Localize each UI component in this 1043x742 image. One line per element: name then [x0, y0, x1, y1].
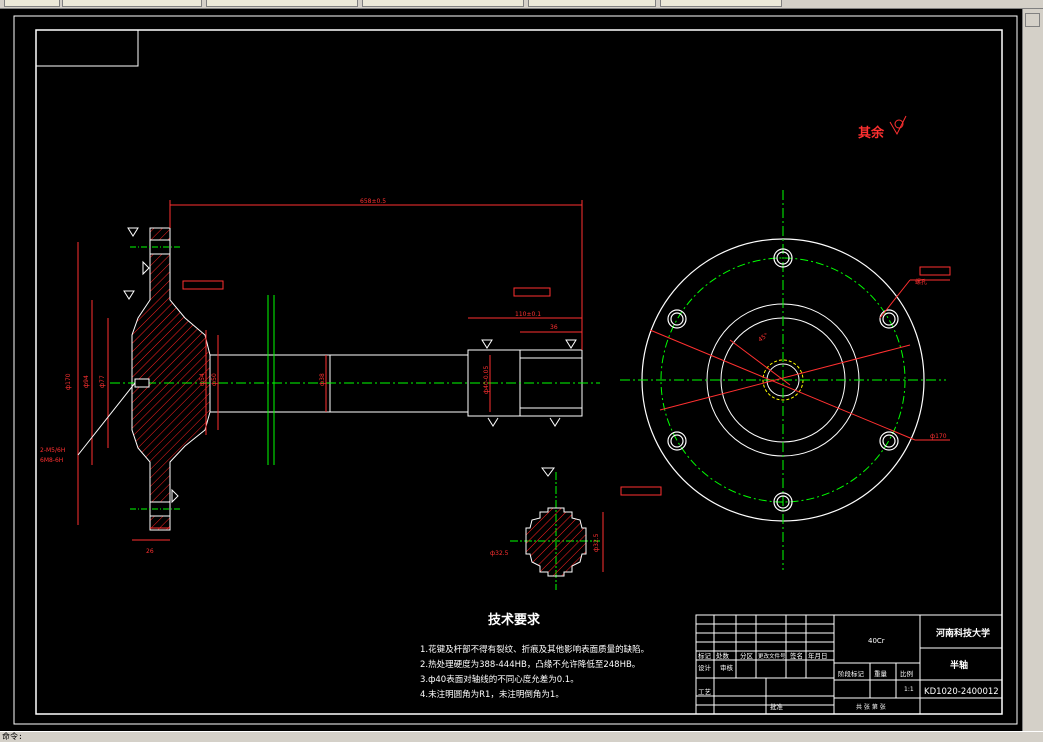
side-view: 658±0.5 ф170 ф94 ф77 ф54 ф50 ф38 26 36 1… — [40, 198, 951, 555]
role-design: 设计 — [698, 663, 712, 672]
role-process: 工艺 — [698, 688, 712, 696]
tab-4[interactable] — [362, 0, 524, 7]
svg-text:ф38: ф38 — [319, 373, 326, 386]
role-review: 审核 — [720, 663, 734, 672]
surface-finish-note: 其余 — [858, 115, 907, 141]
row-label-change: 更改文件号 — [758, 652, 786, 660]
role-approve: 批准 — [770, 702, 784, 711]
command-line[interactable]: 命令: — [0, 731, 1043, 741]
cad-drawing-viewport[interactable]: 其余 658±0.5 ф170 ф94 ф77 ф54 ф50 ф38 26 3… — [0, 9, 1022, 731]
row-label-zone: 分区 — [740, 651, 754, 660]
spline-section: ф32.5 ф32.5 — [490, 467, 604, 590]
front-view: ф170 螺孔 45° — [620, 190, 950, 570]
tab-6[interactable] — [660, 0, 782, 7]
svg-text:ф32.5: ф32.5 — [490, 550, 509, 557]
svg-text:ф50: ф50 — [211, 373, 218, 386]
attr-weight: 重量 — [874, 670, 888, 678]
sheet-info: 共 张 第 张 — [856, 703, 886, 711]
material: 40Cr — [868, 637, 885, 645]
part-name: 半轴 — [950, 659, 968, 671]
scroll-up-button[interactable] — [1025, 13, 1040, 27]
svg-text:螺孔: 螺孔 — [915, 278, 927, 286]
svg-text:110±0.1: 110±0.1 — [515, 311, 541, 318]
vertical-scrollbar[interactable] — [1022, 9, 1043, 731]
row-label-date: 年月日 — [808, 651, 828, 660]
tech-req-title: 技术要求 — [488, 612, 541, 628]
cad-canvas: 其余 658±0.5 ф170 ф94 ф77 ф54 ф50 ф38 26 3… — [13, 15, 1018, 725]
tech-req-1: 1.花键及杆部不得有裂纹、折痕及其他影响表面质量的缺陷。 — [420, 644, 649, 655]
school-name: 河南科技大学 — [936, 627, 990, 639]
hole-note-1: 2-M5/6H — [40, 447, 65, 454]
dim-section: ф32.5 — [593, 533, 600, 552]
technical-requirements: 技术要求 1.花键及杆部不得有裂纹、折痕及其他影响表面质量的缺陷。 2.热处理硬… — [420, 612, 649, 700]
dim-overall-length: 658±0.5 — [360, 198, 386, 205]
svg-text:45°: 45° — [757, 332, 770, 344]
tech-req-2: 2.热处理硬度为388-444HB，凸缘不允许降低至248HB。 — [420, 659, 640, 670]
attr-scale: 比例 — [900, 669, 913, 678]
drawing-number: KD1020-2400012 — [924, 687, 999, 697]
hole-note-2: 6M8-6H — [40, 457, 63, 464]
row-label-count: 处数 — [716, 651, 730, 660]
svg-text:ф94: ф94 — [83, 375, 90, 388]
tab-2[interactable] — [62, 0, 202, 7]
scale: 1:1 — [904, 686, 914, 693]
tech-req-4: 4.未注明圆角为R1，未注明倒角为1。 — [420, 689, 564, 700]
tab-3[interactable] — [206, 0, 358, 7]
row-label-mark: 标记 — [698, 651, 712, 660]
svg-text:ф77: ф77 — [99, 375, 106, 388]
svg-text:ф54: ф54 — [199, 373, 206, 386]
svg-text:ф40-0.05: ф40-0.05 — [483, 366, 490, 394]
corner-box — [35, 29, 139, 67]
document-tab-strip — [0, 0, 1043, 9]
dim-bolt-circle: ф170 — [930, 433, 947, 440]
tab-5[interactable] — [528, 0, 656, 7]
dim-flange-width: 26 — [146, 548, 154, 555]
svg-text:ф170: ф170 — [65, 373, 72, 390]
surface-finish-text: 其余 — [858, 125, 885, 141]
attr-stage: 阶段标记 — [838, 669, 865, 678]
dim-spline-length: 36 — [550, 324, 558, 331]
tab-1[interactable] — [4, 0, 60, 7]
tech-req-3: 3.ф40表面对轴线的不同心度允差为0.1。 — [420, 674, 579, 685]
row-label-sign: 签名 — [790, 651, 803, 660]
